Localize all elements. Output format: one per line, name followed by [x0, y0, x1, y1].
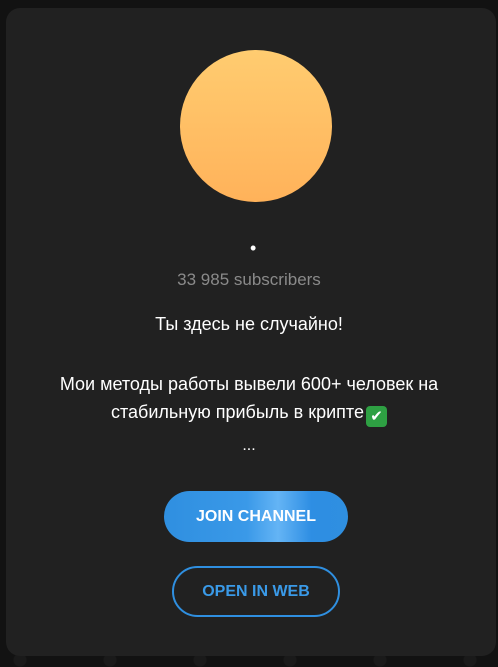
open-in-web-button[interactable]: OPEN IN WEB	[172, 566, 340, 617]
description-line-3: стабильную прибыль в крипте ✔	[0, 398, 498, 427]
subscriber-count: 33 985 subscribers	[177, 270, 321, 289]
channel-description: Ты здесь не случайно! Мои методы работы …	[0, 310, 498, 427]
description-line-2: Мои методы работы вывели 600+ человек на	[59, 374, 439, 394]
description-line-3-text: стабильную прибыль в крипте	[111, 402, 364, 422]
description-ellipsis: ...	[242, 437, 256, 454]
channel-avatar	[180, 50, 332, 202]
check-mark-icon: ✔	[365, 406, 387, 427]
description-line-1: Ты здесь не случайно!	[155, 314, 343, 334]
channel-title: •	[250, 238, 257, 258]
description-gap	[0, 338, 498, 370]
join-channel-button[interactable]: JOIN CHANNEL	[164, 491, 348, 542]
